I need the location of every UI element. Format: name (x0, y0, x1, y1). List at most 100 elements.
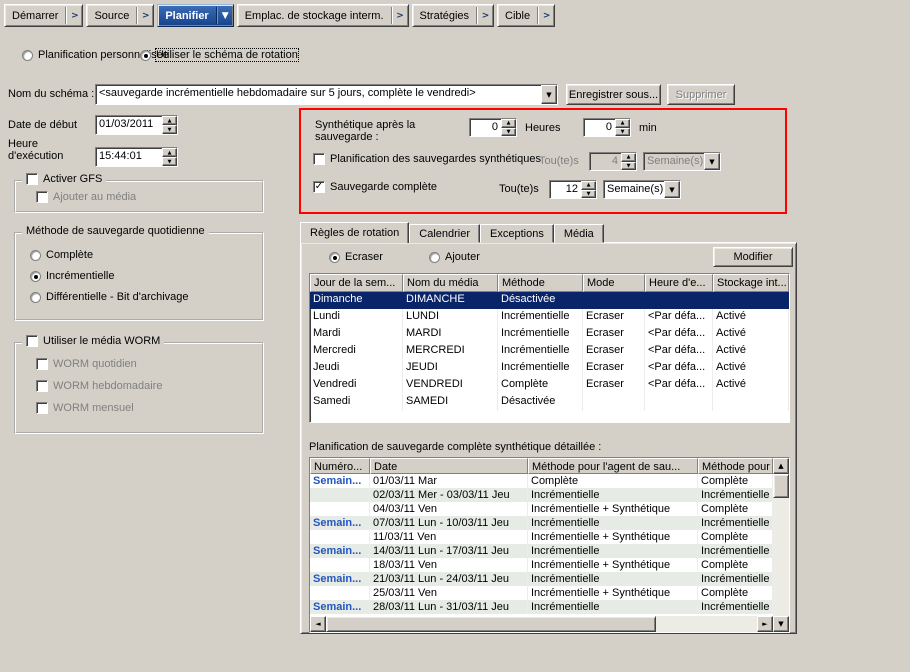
radio-rotation-schema[interactable]: Utiliser le schéma de rotation (140, 49, 298, 61)
rotation-tabstrip: Règles de rotation Calendrier Exceptions… (300, 222, 604, 243)
radio-icon[interactable] (140, 50, 151, 61)
wizard-tab-strategies[interactable]: Stratégies > (412, 4, 495, 27)
column-header[interactable]: Heure d'e... (645, 274, 713, 292)
wizard-tab-emplacement[interactable]: Emplac. de stockage interm. > (237, 4, 409, 27)
wizard-tab-source[interactable]: Source > (86, 4, 154, 27)
cell: Incrémentielle + Synthétique (528, 530, 698, 544)
schema-name-combobox[interactable]: <sauvegarde incrémentielle hebdomadaire … (95, 84, 558, 105)
table-row[interactable]: Mercredi MERCREDI Incrémentielle Ecraser… (310, 343, 789, 360)
checkbox-icon[interactable] (26, 173, 38, 185)
column-header[interactable]: Méthode pour l'agent de sau... (528, 458, 698, 474)
synthetic-minutes-field[interactable]: 0 ▲ ▼ (583, 118, 631, 137)
column-header[interactable]: Jour de la sem... (310, 274, 403, 292)
spinner-down-icon[interactable]: ▼ (162, 125, 177, 134)
tab-media[interactable]: Média (554, 224, 604, 243)
synthetic-hours-field[interactable]: 0 ▲ ▼ (469, 118, 517, 137)
table-row[interactable]: 25/03/11 Ven Incrémentielle + Synthétiqu… (310, 586, 773, 600)
table-row[interactable]: 11/03/11 Ven Incrémentielle + Synthétiqu… (310, 530, 773, 544)
spinner-down-icon[interactable]: ▼ (501, 128, 516, 137)
cell: <Par défa... (645, 360, 713, 377)
worm-use-checkbox[interactable]: Utiliser le média WORM (22, 335, 164, 347)
spinner-up-icon[interactable]: ▲ (615, 119, 630, 128)
column-header[interactable]: Mode (583, 274, 645, 292)
checkbox-icon[interactable]: ✓ (313, 181, 325, 193)
full-weeks-field[interactable]: 12 ▲ ▼ (549, 180, 597, 199)
synthetic-schedule-checkbox[interactable]: Planification des sauvegardes synthétiqu… (313, 153, 541, 165)
column-header[interactable]: Méthode (498, 274, 583, 292)
scrollbar-thumb[interactable] (326, 616, 656, 632)
table-row[interactable]: Semain... 21/03/11 Lun - 24/03/11 Jeu In… (310, 572, 773, 586)
start-date-field[interactable]: 01/03/2011 ▲ ▼ (95, 115, 178, 135)
radio-method-differential[interactable]: Différentielle - Bit d'archivage (30, 291, 189, 303)
week-cell: Semain... (310, 544, 370, 558)
radio-icon[interactable] (30, 292, 41, 303)
table-row[interactable]: 04/03/11 Ven Incrémentielle + Synthétiqu… (310, 502, 773, 516)
wizard-tab-planifier[interactable]: Planifier ▼ (157, 4, 233, 27)
table-row[interactable]: Semain... 07/03/11 Lun - 10/03/11 Jeu In… (310, 516, 773, 530)
cell (645, 292, 713, 309)
table-row[interactable]: Jeudi JEUDI Incrémentielle Ecraser <Par … (310, 360, 789, 377)
scrollbar-thumb[interactable] (773, 474, 789, 498)
cell: 21/03/11 Lun - 24/03/11 Jeu (370, 572, 528, 586)
table-row[interactable]: 18/03/11 Ven Incrémentielle + Synthétiqu… (310, 558, 773, 572)
scroll-down-icon[interactable]: ▼ (773, 616, 789, 632)
wizard-tab-cible[interactable]: Cible > (497, 4, 555, 27)
checkbox-icon[interactable] (26, 335, 38, 347)
table-header-row: Numéro... Date Méthode pour l'agent de s… (310, 458, 773, 474)
exec-time-field[interactable]: 15:44:01 ▲ ▼ (95, 147, 178, 167)
gfs-enable-checkbox[interactable]: Activer GFS (22, 173, 106, 185)
table-row[interactable]: 02/03/11 Mer - 03/03/11 Jeu Incrémentiel… (310, 488, 773, 502)
column-header[interactable]: Numéro... (310, 458, 370, 474)
horizontal-scrollbar[interactable]: ◄ ► (310, 616, 773, 632)
dropdown-arrow-icon[interactable]: ▼ (664, 181, 680, 198)
table-row[interactable]: Semain... 14/03/11 Lun - 17/03/11 Jeu In… (310, 544, 773, 558)
column-header[interactable]: Nom du média (403, 274, 498, 292)
radio-icon[interactable] (329, 252, 340, 263)
table-row[interactable]: Vendredi VENDREDI Complète Ecraser <Par … (310, 377, 789, 394)
radio-append[interactable]: Ajouter (429, 251, 480, 263)
wizard-tab-demarrer[interactable]: Démarrer > (4, 4, 83, 27)
full-unit-combobox[interactable]: Semaine(s) ▼ (603, 180, 681, 199)
spinner-up-icon[interactable]: ▲ (581, 181, 596, 190)
modify-button[interactable]: Modifier (713, 247, 793, 267)
cell: Activé (713, 360, 789, 377)
table-row[interactable]: Semain... 01/03/11 Mar Complète Complète (310, 474, 773, 488)
cell: Activé (713, 326, 789, 343)
table-row[interactable]: Lundi LUNDI Incrémentielle Ecraser <Par … (310, 309, 789, 326)
radio-method-complete[interactable]: Complète (30, 249, 93, 261)
full-weeks-spinner: ▲ ▼ (581, 181, 596, 198)
scrollbar-track[interactable] (656, 616, 757, 632)
table-row-selected[interactable]: Dimanche DIMANCHE Désactivée (310, 292, 789, 309)
table-row[interactable]: Samedi SAMEDI Désactivée (310, 394, 789, 411)
spinner-up-icon[interactable]: ▲ (501, 119, 516, 128)
column-header[interactable]: Méthode pour l'ag... (698, 458, 773, 474)
spinner-up-icon[interactable]: ▲ (162, 148, 177, 157)
checkbox-icon[interactable] (313, 153, 325, 165)
radio-icon[interactable] (22, 50, 33, 61)
dropdown-arrow-icon[interactable]: ▼ (541, 85, 557, 104)
radio-icon[interactable] (429, 252, 440, 263)
spinner-down-icon[interactable]: ▼ (162, 157, 177, 166)
scrollbar-track[interactable] (773, 498, 789, 616)
tab-calendrier[interactable]: Calendrier (409, 224, 480, 243)
radio-overwrite[interactable]: Ecraser (329, 251, 383, 263)
scroll-left-icon[interactable]: ◄ (310, 616, 326, 632)
spinner-down-icon[interactable]: ▼ (615, 128, 630, 137)
column-header[interactable]: Date (370, 458, 528, 474)
table-row[interactable]: Mardi MARDI Incrémentielle Ecraser <Par … (310, 326, 789, 343)
full-backup-checkbox[interactable]: ✓ Sauvegarde complète (313, 181, 437, 193)
table-row[interactable]: Semain... 28/03/11 Lun - 31/03/11 Jeu In… (310, 600, 773, 614)
tab-regles-de-rotation[interactable]: Règles de rotation (300, 222, 409, 243)
vertical-scrollbar[interactable]: ▲ ▼ (773, 458, 789, 632)
radio-icon[interactable] (30, 250, 41, 261)
radio-method-incremental[interactable]: Incrémentielle (30, 270, 114, 282)
scroll-right-icon[interactable]: ► (757, 616, 773, 632)
save-as-button[interactable]: Enregistrer sous... (566, 84, 661, 105)
exec-time-label-line1: Heure (8, 138, 38, 150)
spinner-up-icon[interactable]: ▲ (162, 116, 177, 125)
column-header[interactable]: Stockage int... (713, 274, 789, 292)
scroll-up-icon[interactable]: ▲ (773, 458, 789, 474)
radio-icon[interactable] (30, 271, 41, 282)
spinner-down-icon[interactable]: ▼ (581, 190, 596, 199)
tab-exceptions[interactable]: Exceptions (480, 224, 554, 243)
